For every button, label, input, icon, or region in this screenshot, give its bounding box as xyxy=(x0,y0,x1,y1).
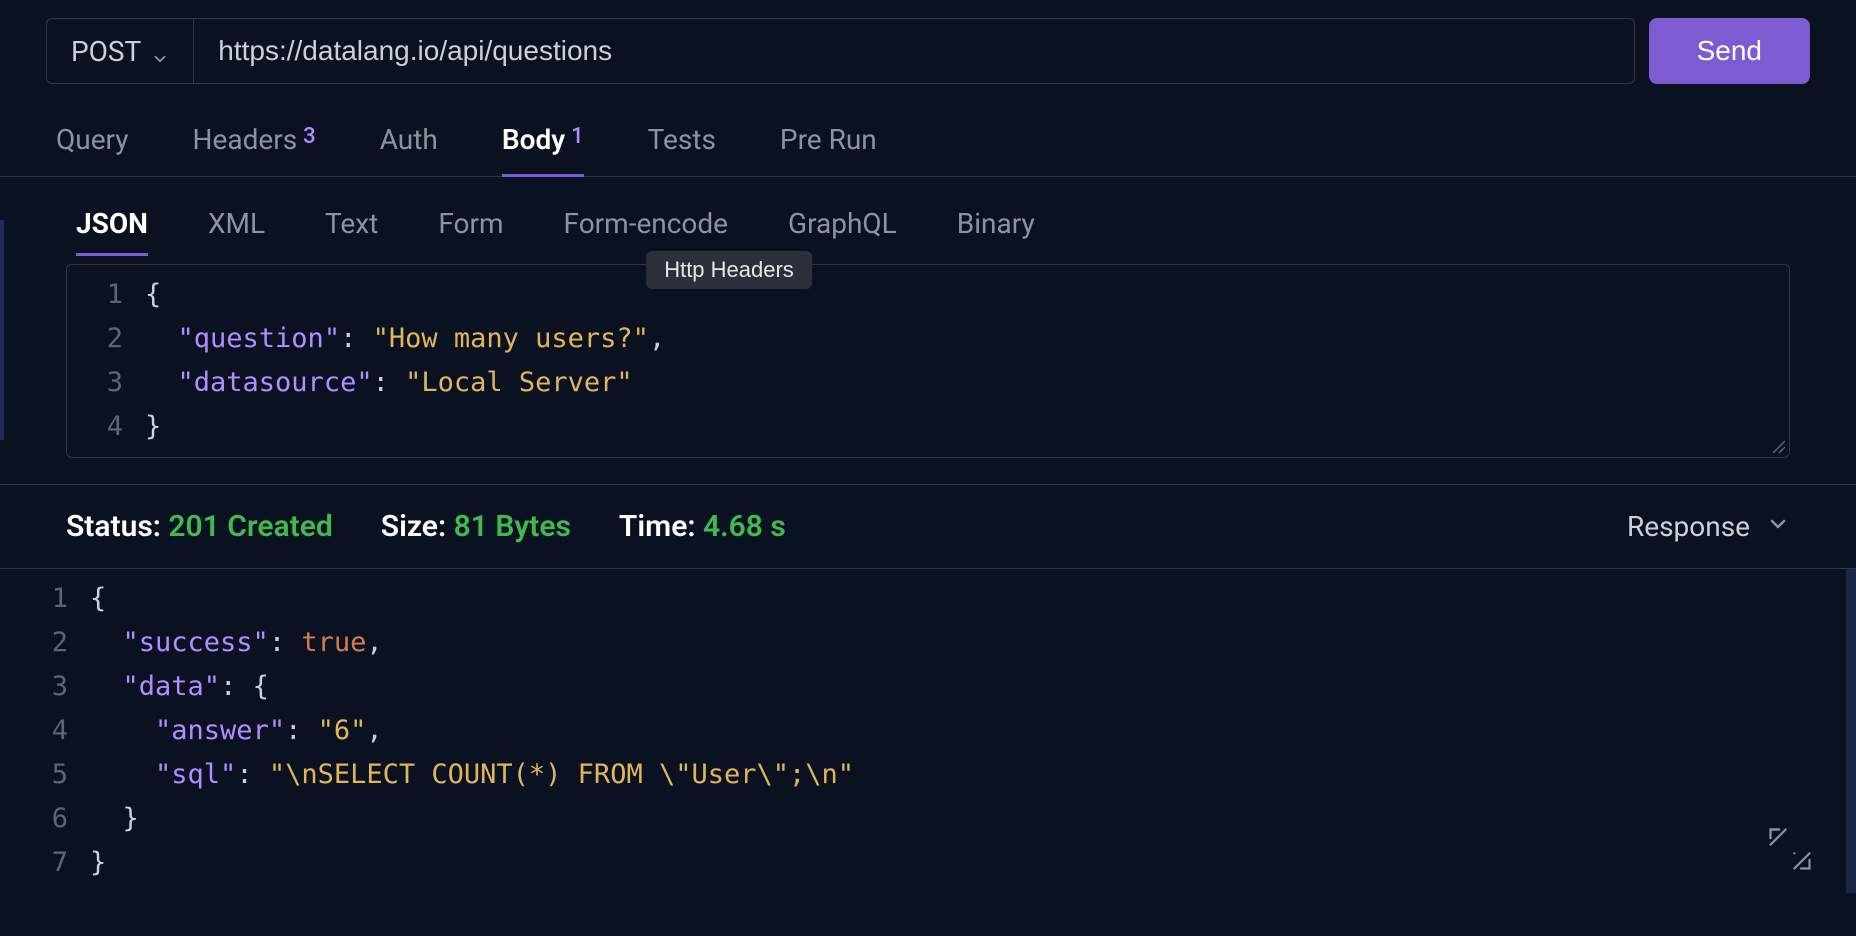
code-token: , xyxy=(649,323,665,354)
tab-headers[interactable]: Headers 3 xyxy=(193,111,316,176)
code-token: { xyxy=(253,671,269,702)
request-bar: POST Send xyxy=(0,0,1856,102)
code-token: { xyxy=(90,583,106,614)
line-number: 2 xyxy=(67,317,123,361)
line-number: 5 xyxy=(30,753,68,797)
code-token: "answer" xyxy=(155,715,285,746)
tab-query[interactable]: Query xyxy=(56,111,129,176)
line-number: 1 xyxy=(67,273,123,317)
subtab-json[interactable]: JSON xyxy=(76,197,148,254)
subtab-xml[interactable]: XML xyxy=(208,197,265,254)
code-token: "How many users?" xyxy=(373,323,649,354)
code-token: : xyxy=(285,715,318,746)
time-label: Time: xyxy=(619,509,703,544)
code-token: , xyxy=(366,627,382,658)
expand-icon[interactable] xyxy=(1764,823,1816,875)
size-label: Size: xyxy=(381,509,454,544)
tab-auth-label: Auth xyxy=(380,123,438,156)
code-token: : xyxy=(236,759,269,790)
code-token: "sql" xyxy=(155,759,236,790)
subtab-form[interactable]: Form xyxy=(438,197,503,254)
http-method-value: POST xyxy=(71,35,141,68)
line-number: 4 xyxy=(30,709,68,753)
line-number: 4 xyxy=(67,405,123,449)
status-value: 201 Created xyxy=(168,509,332,544)
request-code[interactable]: { "question": "How many users?", "dataso… xyxy=(145,273,1789,449)
size-value: 81 Bytes xyxy=(454,509,571,544)
response-dropdown-label: Response xyxy=(1627,510,1750,543)
line-number: 3 xyxy=(67,361,123,405)
response-status-bar: Status: 201 Created Size: 81 Bytes Time:… xyxy=(0,484,1856,569)
line-number: 7 xyxy=(30,841,68,885)
code-token: "success" xyxy=(123,627,269,658)
response-dropdown[interactable]: Response xyxy=(1627,510,1790,543)
code-token: "\nSELECT COUNT(*) FROM \"User\";\n" xyxy=(269,759,854,790)
subtab-binary[interactable]: Binary xyxy=(957,197,1035,254)
status-group: Status: 201 Created xyxy=(66,509,333,544)
time-group: Time: 4.68 s xyxy=(619,509,786,544)
request-url-input[interactable] xyxy=(193,18,1634,84)
code-token: } xyxy=(123,803,139,834)
code-token: } xyxy=(145,411,161,442)
code-token: : xyxy=(373,367,406,398)
tab-prerun-label: Pre Run xyxy=(780,123,877,156)
size-group: Size: 81 Bytes xyxy=(381,509,571,544)
send-button[interactable]: Send xyxy=(1649,18,1810,84)
code-token: "question" xyxy=(178,323,341,354)
subtab-form-encode[interactable]: Form-encode xyxy=(564,197,729,254)
body-type-tabs: JSON XML Text Form Form-encode GraphQL B… xyxy=(0,177,1856,254)
tab-auth[interactable]: Auth xyxy=(380,111,438,176)
code-token: "6" xyxy=(318,715,367,746)
code-token: { xyxy=(145,279,161,310)
line-number: 1 xyxy=(30,577,68,621)
tab-headers-badge: 3 xyxy=(303,124,316,149)
tab-tests-label: Tests xyxy=(648,123,716,156)
request-gutter: 1 2 3 4 xyxy=(67,273,145,449)
code-token: "data" xyxy=(123,671,221,702)
code-token: "datasource" xyxy=(178,367,373,398)
tab-headers-label: Headers xyxy=(193,123,298,156)
http-method-select[interactable]: POST xyxy=(46,18,193,84)
subtab-graphql[interactable]: GraphQL xyxy=(788,197,897,254)
code-token: true xyxy=(301,627,366,658)
chevron-down-icon xyxy=(151,42,169,60)
status-label: Status: xyxy=(66,509,168,544)
subtab-text[interactable]: Text xyxy=(325,197,378,254)
tab-body-label: Body xyxy=(502,123,565,156)
response-body-editor[interactable]: 1 2 3 4 5 6 7 { "success": true, "data":… xyxy=(0,569,1856,893)
tab-prerun[interactable]: Pre Run xyxy=(780,111,877,176)
resize-handle-icon[interactable] xyxy=(1769,437,1785,453)
tab-tests[interactable]: Tests xyxy=(648,111,716,176)
code-token: } xyxy=(90,847,106,878)
response-code: { "success": true, "data": { "answer": "… xyxy=(90,577,1826,885)
code-token: "Local Server" xyxy=(405,367,633,398)
code-token: : xyxy=(269,627,302,658)
headers-tooltip: Http Headers xyxy=(646,251,812,289)
request-tabs: Query Headers 3 Auth Body 1 Tests Pre Ru… xyxy=(0,102,1856,177)
time-value: 4.68 s xyxy=(703,509,786,544)
editor-left-accent xyxy=(0,220,4,440)
code-token: , xyxy=(366,715,382,746)
tab-body[interactable]: Body 1 xyxy=(502,111,584,176)
code-token: : xyxy=(220,671,253,702)
code-token: : xyxy=(340,323,373,354)
line-number: 2 xyxy=(30,621,68,665)
tab-query-label: Query xyxy=(56,123,129,156)
line-number: 6 xyxy=(30,797,68,841)
chevron-down-icon xyxy=(1766,510,1790,543)
line-number: 3 xyxy=(30,665,68,709)
request-body-editor[interactable]: Http Headers 1 2 3 4 { "question": "How … xyxy=(66,264,1790,458)
response-gutter: 1 2 3 4 5 6 7 xyxy=(30,577,90,885)
tab-body-badge: 1 xyxy=(571,124,584,149)
